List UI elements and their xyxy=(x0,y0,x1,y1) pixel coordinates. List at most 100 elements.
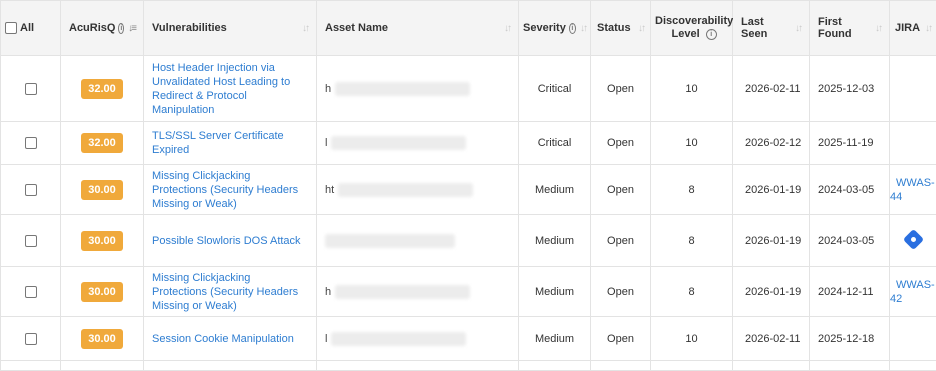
row-checkbox[interactable] xyxy=(25,184,37,196)
header-jira[interactable]: JIRA ↓↑ xyxy=(890,1,936,56)
asset-prefix: h xyxy=(325,285,331,297)
asset-prefix: l xyxy=(325,137,327,149)
row-checkbox[interactable] xyxy=(25,286,37,298)
last-seen-cell: 2026-01-19 xyxy=(733,215,810,267)
asset-redacted xyxy=(331,136,466,150)
info-icon[interactable]: i xyxy=(569,23,576,34)
row-checkbox[interactable] xyxy=(25,333,37,345)
vulnerability-link[interactable]: Possible Slowloris DOS Attack xyxy=(144,234,316,248)
sort-icon[interactable]: ↓↑ xyxy=(925,23,931,34)
header-first-found[interactable]: First Found ↓↑ xyxy=(810,1,890,56)
table-row[interactable]: 30.00 Missing Clickjacking Protections (… xyxy=(1,165,936,215)
sort-icon[interactable]: ↓↑ xyxy=(795,23,801,34)
vulnerability-cell: Host Header Injection via Unvalidated Ho… xyxy=(144,56,317,122)
first-found-label: First Found xyxy=(818,16,871,40)
discoverability-line1: Discoverability xyxy=(655,15,733,27)
first-found-cell: 2025-11-19 xyxy=(810,122,890,165)
empty-cell xyxy=(317,361,519,371)
table-row[interactable]: 30.00 Possible Slowloris DOS Attack Medi… xyxy=(1,215,936,267)
header-severity[interactable]: Severity i ↓↑ xyxy=(519,1,591,56)
sort-icon[interactable]: ↓↑ xyxy=(504,23,510,34)
info-icon[interactable]: i xyxy=(118,23,124,34)
info-icon[interactable]: i xyxy=(706,29,717,40)
severity-cell: Medium xyxy=(519,165,591,215)
last-seen-cell: 2026-02-12 xyxy=(733,122,810,165)
asset-name-cell: h xyxy=(317,56,519,122)
acurisq-cell: 30.00 xyxy=(61,317,144,361)
first-found-cell: 2024-03-05 xyxy=(810,165,890,215)
vulnerability-link[interactable]: Session Cookie Manipulation xyxy=(144,332,316,346)
jira-cell xyxy=(890,215,936,267)
status-cell: Open xyxy=(591,56,651,122)
empty-cell xyxy=(890,361,936,371)
table-row[interactable]: 30.00 Missing Clickjacking Protections (… xyxy=(1,267,936,317)
jira-link[interactable] xyxy=(890,333,902,345)
status-label: Status xyxy=(597,22,634,34)
header-asset-name[interactable]: Asset Name ↓↑ xyxy=(317,1,519,56)
asset-redacted xyxy=(335,82,470,96)
vulnerability-link[interactable]: Missing Clickjacking Protections (Securi… xyxy=(144,271,316,313)
asset-name-cell: ht xyxy=(317,165,519,215)
header-discoverability[interactable]: Discoverability Level i ↓↑ xyxy=(651,1,733,56)
severity-label: Severity xyxy=(523,22,566,34)
status-cell: Open xyxy=(591,165,651,215)
select-all-checkbox[interactable] xyxy=(5,22,17,34)
asset-name-cell xyxy=(317,215,519,267)
vulnerability-cell: Missing Clickjacking Protections (Securi… xyxy=(144,267,317,317)
severity-cell: Medium xyxy=(519,267,591,317)
vulnerability-link[interactable]: Host Header Injection via Unvalidated Ho… xyxy=(144,61,316,117)
vulnerabilities-table: All AcuRisQ i ↓≡ Vulnerabilities ↓↑ Asse… xyxy=(0,0,936,371)
vulnerability-link[interactable]: Missing Clickjacking Protections (Securi… xyxy=(144,169,316,211)
jira-cell: WWAS-44 xyxy=(890,165,936,215)
row-select-cell xyxy=(1,215,61,267)
table-row[interactable]: 32.00 Host Header Injection via Unvalida… xyxy=(1,56,936,122)
table-row xyxy=(1,361,936,371)
asset-name-label: Asset Name xyxy=(325,22,500,34)
sort-icon[interactable]: ↓↑ xyxy=(302,23,308,34)
header-select-all[interactable]: All xyxy=(1,1,61,56)
empty-cell xyxy=(144,361,317,371)
status-cell: Open xyxy=(591,267,651,317)
sort-desc-icon[interactable]: ↓≡ xyxy=(128,23,135,34)
row-checkbox[interactable] xyxy=(25,235,37,247)
acurisq-cell: 30.00 xyxy=(61,215,144,267)
jira-link[interactable]: WWAS-44 xyxy=(890,177,935,203)
asset-prefix: ht xyxy=(325,183,334,195)
discoverability-label: Discoverability Level i xyxy=(655,15,733,41)
vulnerability-link[interactable]: TLS/SSL Server Certificate Expired xyxy=(144,129,316,157)
last-seen-cell: 2026-01-19 xyxy=(733,267,810,317)
first-found-cell: 2025-12-18 xyxy=(810,317,890,361)
vulnerability-cell: TLS/SSL Server Certificate Expired xyxy=(144,122,317,165)
row-select-cell xyxy=(1,56,61,122)
acurisq-cell: 32.00 xyxy=(61,122,144,165)
header-status[interactable]: Status ↓↑ xyxy=(591,1,651,56)
row-select-cell xyxy=(1,267,61,317)
asset-redacted xyxy=(325,234,455,248)
header-last-seen[interactable]: Last Seen ↓↑ xyxy=(733,1,810,56)
jira-cell xyxy=(890,56,936,122)
table-row[interactable]: 32.00 TLS/SSL Server Certificate Expired… xyxy=(1,122,936,165)
severity-cell: Medium xyxy=(519,215,591,267)
jira-diamond-icon[interactable] xyxy=(902,228,923,249)
row-checkbox[interactable] xyxy=(25,137,37,149)
last-seen-cell: 2026-02-11 xyxy=(733,317,810,361)
vulnerabilities-label: Vulnerabilities xyxy=(152,22,298,34)
sort-icon[interactable]: ↓↑ xyxy=(580,23,586,34)
asset-redacted xyxy=(338,183,473,197)
jira-link[interactable] xyxy=(890,83,902,95)
jira-link[interactable] xyxy=(890,137,902,149)
asset-name-cell: l xyxy=(317,317,519,361)
sort-icon[interactable]: ↓↑ xyxy=(638,23,644,34)
discoverability-cell: 8 xyxy=(651,165,733,215)
last-seen-cell: 2026-02-11 xyxy=(733,56,810,122)
row-checkbox[interactable] xyxy=(25,83,37,95)
jira-link[interactable]: WWAS-42 xyxy=(890,279,935,305)
row-select-cell xyxy=(1,122,61,165)
select-all-label: All xyxy=(20,22,34,34)
vulnerability-cell: Missing Clickjacking Protections (Securi… xyxy=(144,165,317,215)
header-vulnerabilities[interactable]: Vulnerabilities ↓↑ xyxy=(144,1,317,56)
header-acurisq[interactable]: AcuRisQ i ↓≡ xyxy=(61,1,144,56)
row-select-cell xyxy=(1,165,61,215)
table-row[interactable]: 30.00 Session Cookie Manipulation l Medi… xyxy=(1,317,936,361)
sort-icon[interactable]: ↓↑ xyxy=(875,23,881,34)
